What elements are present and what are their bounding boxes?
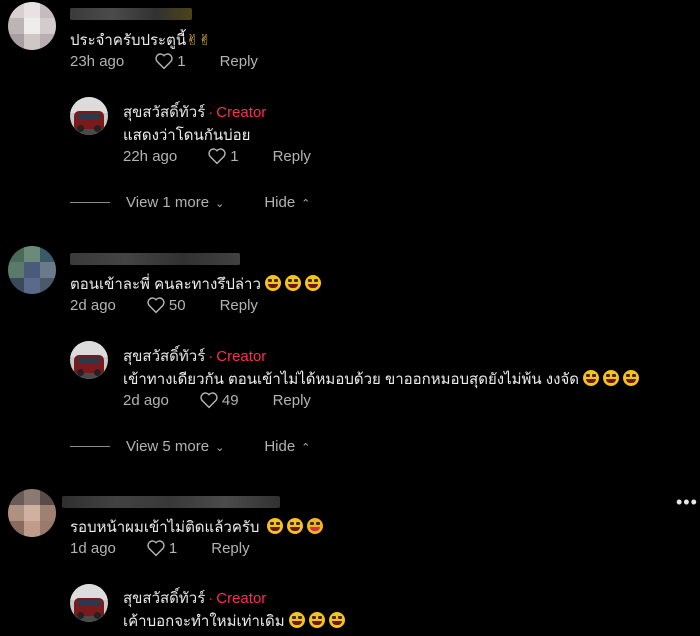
- chevron-down-icon: ⌄: [215, 198, 225, 210]
- reply-meta: 22h ago 1 Reply: [123, 147, 311, 165]
- commenter-avatar[interactable]: [8, 489, 56, 537]
- creator-tag: Creator: [216, 104, 267, 121]
- reply-time: 2d ago: [123, 391, 169, 409]
- hide-button[interactable]: Hide ⌃: [264, 194, 310, 211]
- grin-sweat-icon: [622, 370, 639, 386]
- chevron-up-icon: ⌃: [301, 198, 311, 210]
- creator-name[interactable]: สุขสวัสดิ์ทัวร์: [123, 590, 205, 607]
- reply-button[interactable]: Reply: [220, 53, 258, 70]
- comment-text: ตอนเข้าละพี่ คนละทางรึปล่าว: [70, 272, 321, 296]
- laugh-tears-icon: [287, 518, 304, 534]
- creator-avatar[interactable]: [70, 341, 108, 379]
- grin-sweat-icon: [304, 275, 321, 291]
- creator-avatar[interactable]: [70, 584, 108, 622]
- comments-panel: ประจำครับประตูนี้✌✌ 23h ago 1 Reply สุขส…: [0, 0, 700, 636]
- comment-meta: 23h ago 1 Reply: [70, 52, 258, 70]
- thread-controls: View 1 more ⌄ Hide ⌃: [70, 194, 310, 211]
- like-count: 1: [230, 147, 239, 165]
- reply-text: เข้าทางเดียวกัน ตอนเข้าไม่ได้หมอบด้วย ขา…: [123, 367, 639, 391]
- grin-sweat-icon: [602, 370, 619, 386]
- comment-time: 1d ago: [70, 539, 116, 557]
- creator-header: สุขสวัสดิ์ทัวร์ · Creator: [123, 586, 266, 610]
- reply-button[interactable]: Reply: [211, 540, 249, 557]
- divider: [70, 446, 110, 447]
- creator-name[interactable]: สุขสวัสดิ์ทัวร์: [123, 104, 205, 121]
- like-count: 50: [168, 296, 186, 314]
- reply-button[interactable]: Reply: [273, 148, 311, 165]
- grin-sweat-icon: [582, 370, 599, 386]
- heart-icon: [147, 540, 165, 557]
- commenter-name-blurred[interactable]: [70, 253, 240, 265]
- like-count: 1: [177, 52, 186, 70]
- reply-text: เค้าบอกจะทำใหม่เท่าเดิม: [123, 609, 345, 633]
- more-options-button[interactable]: •••: [676, 492, 698, 513]
- commenter-avatar[interactable]: [8, 246, 56, 294]
- reply-button[interactable]: Reply: [220, 297, 258, 314]
- victory-hand-icon: ✌: [186, 32, 199, 49]
- grin-sweat-icon: [267, 518, 284, 534]
- like-button[interactable]: 50: [146, 296, 186, 314]
- creator-avatar[interactable]: [70, 97, 108, 135]
- heart-icon: [208, 148, 226, 165]
- thread-controls: View 5 more ⌄ Hide ⌃: [70, 438, 310, 455]
- chevron-down-icon: ⌄: [215, 442, 225, 454]
- like-count: 49: [221, 391, 239, 409]
- like-button[interactable]: 49: [199, 391, 239, 409]
- commenter-name-blurred[interactable]: [70, 8, 192, 20]
- rofl-icon: [308, 612, 325, 628]
- heart-icon: [155, 53, 173, 70]
- rofl-icon: [288, 612, 305, 628]
- heart-icon: [200, 392, 218, 409]
- heart-icon: [147, 297, 165, 314]
- victory-hand-icon: ✌: [198, 32, 212, 49]
- like-button[interactable]: 1: [146, 539, 177, 557]
- tongue-wink-icon: [307, 518, 324, 534]
- separator-dot: ·: [208, 348, 214, 365]
- reply-time: 22h ago: [123, 147, 178, 165]
- view-more-button[interactable]: View 1 more ⌄: [126, 194, 224, 211]
- comment-time: 2d ago: [70, 296, 116, 314]
- hide-button[interactable]: Hide ⌃: [264, 438, 310, 455]
- divider: [70, 202, 110, 203]
- reply-button[interactable]: Reply: [273, 392, 311, 409]
- rofl-icon: [328, 612, 345, 628]
- separator-dot: ·: [208, 104, 214, 121]
- creator-name[interactable]: สุขสวัสดิ์ทัวร์: [123, 348, 205, 365]
- like-button[interactable]: 1: [154, 52, 186, 70]
- creator-tag: Creator: [216, 348, 267, 365]
- reply-text: แสดงว่าโดนกันบ่อย: [123, 127, 251, 144]
- comment-meta: 1d ago 1 Reply: [70, 539, 250, 557]
- comment-text: รอบหน้าผมเข้าไม่ติดแล้วครับ: [70, 515, 324, 539]
- view-more-button[interactable]: View 5 more ⌄: [126, 438, 224, 455]
- separator-dot: ·: [208, 590, 214, 607]
- creator-header: สุขสวัสดิ์ทัวร์ · Creator: [123, 100, 266, 124]
- chevron-up-icon: ⌃: [301, 442, 311, 454]
- comment-text: ประจำครับประตูนี้✌✌: [70, 32, 212, 49]
- reply-meta: 2d ago 49 Reply: [123, 391, 311, 409]
- commenter-name-blurred[interactable]: [62, 496, 280, 508]
- creator-tag: Creator: [216, 590, 267, 607]
- like-button[interactable]: 1: [207, 147, 239, 165]
- commenter-avatar[interactable]: [8, 2, 56, 50]
- grin-sweat-icon: [264, 275, 281, 291]
- comment-time: 23h ago: [70, 52, 125, 70]
- grin-sweat-icon: [284, 275, 301, 291]
- like-count: 1: [168, 539, 178, 557]
- comment-meta: 2d ago 50 Reply: [70, 296, 258, 314]
- creator-header: สุขสวัสดิ์ทัวร์ · Creator: [123, 344, 266, 368]
